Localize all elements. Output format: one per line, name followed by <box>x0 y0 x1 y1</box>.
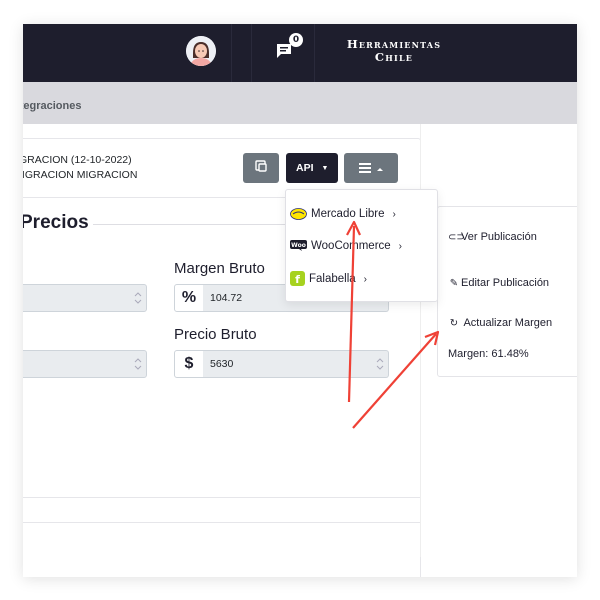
hamburger-icon <box>359 163 383 173</box>
pencil-icon: ✎ <box>449 278 459 289</box>
tab-integraciones[interactable]: ntegraciones <box>23 100 81 112</box>
link-icon: ⊂⊃ <box>448 232 465 243</box>
api-dropdown-button[interactable]: API ▼ <box>286 153 338 183</box>
actions-menu-button[interactable] <box>344 153 398 183</box>
mercadolibre-logo-icon <box>290 208 307 220</box>
app-window: 0 Herramientas Chile ntegraciones GRACIO… <box>23 24 577 577</box>
precio-bruto-label: Precio Bruto <box>174 326 257 343</box>
spinner-arrows-icon <box>376 358 384 370</box>
dropdown-item-mercadolibre[interactable]: Mercado Libre › <box>290 206 396 222</box>
falabella-logo-icon: f <box>290 271 305 287</box>
spinner-arrows-icon <box>134 292 142 304</box>
precio-bruto-input[interactable]: 5630 <box>203 350 389 378</box>
dropdown-item-label: WooCommerce <box>311 240 391 252</box>
actualizar-margen-link[interactable]: ↻ Actualizar Margen <box>448 317 552 329</box>
brand-logo[interactable]: Herramientas Chile <box>334 38 454 64</box>
left-price-input[interactable] <box>23 284 147 312</box>
section-title: Precios <box>23 212 89 233</box>
editar-publicacion-label: Editar Publicación <box>461 277 550 289</box>
brand-line-2: Chile <box>374 50 414 64</box>
product-title-line-1: GRACION (12-10-2022) <box>23 154 132 166</box>
dropdown-item-label: Falabella <box>309 273 356 285</box>
top-navbar: 0 Herramientas Chile <box>23 24 577 82</box>
copy-icon <box>255 160 267 172</box>
woocommerce-logo-icon: Woo <box>290 240 307 252</box>
dropdown-item-label: Mercado Libre <box>311 208 385 220</box>
api-button-label: API <box>296 162 314 174</box>
refresh-icon: ↻ <box>449 318 459 329</box>
user-avatar[interactable] <box>186 36 216 66</box>
margen-bruto-label: Margen Bruto <box>174 260 265 277</box>
copy-button[interactable] <box>243 153 279 183</box>
chevron-right-icon: › <box>392 209 396 220</box>
ver-publicacion-label: Ver Publicación <box>461 231 537 243</box>
chevron-right-icon: › <box>398 241 403 252</box>
dropdown-item-woocommerce[interactable]: Woo WooCommerce › <box>290 238 402 254</box>
svg-text:Woo: Woo <box>291 242 306 249</box>
ver-publicacion-link[interactable]: ⊂⊃Ver Publicación <box>448 231 537 243</box>
left-cost-input[interactable] <box>23 350 147 378</box>
percent-icon: % <box>174 284 204 312</box>
product-title: GRACION (12-10-2022) IIGRACION MIGRACION <box>23 153 137 183</box>
margen-readout: Margen: 61.48% <box>448 348 529 360</box>
messages-count-badge: 0 <box>289 33 303 47</box>
svg-text:f: f <box>295 273 300 286</box>
navbar-divider <box>314 24 315 82</box>
navbar-divider <box>231 24 232 82</box>
actualizar-margen-label: Actualizar Margen <box>463 317 553 329</box>
product-title-line-2: IIGRACION MIGRACION <box>23 169 138 181</box>
precio-bruto-value: 5630 <box>210 358 234 370</box>
spinner-arrows-icon <box>134 358 142 370</box>
tabs-bar <box>23 82 577 124</box>
dollar-icon: $ <box>174 350 204 378</box>
navbar-divider <box>251 24 252 82</box>
secondary-card <box>23 522 421 577</box>
chevron-right-icon: › <box>363 274 368 285</box>
editar-publicacion-link[interactable]: ✎ Editar Publicación <box>448 277 549 289</box>
dropdown-item-falabella[interactable]: f Falabella › <box>290 271 367 287</box>
caret-down-icon: ▼ <box>321 165 329 172</box>
